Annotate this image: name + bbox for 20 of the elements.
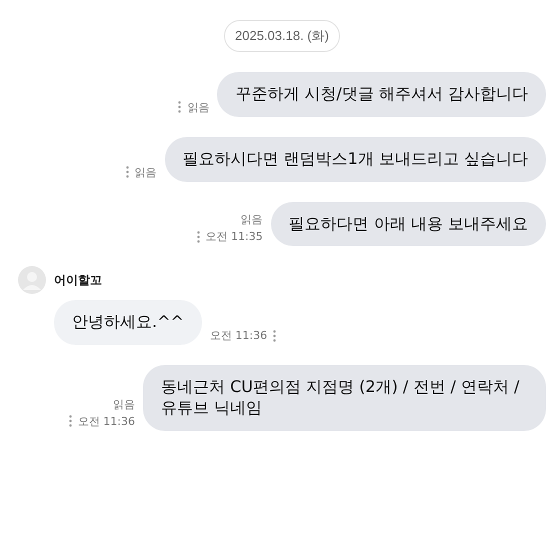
message-time: 오전 11:36 bbox=[78, 414, 135, 429]
more-icon[interactable] bbox=[178, 101, 182, 114]
message-time: 오전 11:35 bbox=[206, 229, 263, 244]
read-receipt: 읽음 bbox=[113, 396, 135, 412]
message-bubble: 동네근처 CU편의점 지점명 (2개) / 전번 / 연락처 / 유튜브 닉네임 bbox=[143, 365, 546, 431]
more-icon[interactable] bbox=[126, 166, 129, 178]
more-icon[interactable] bbox=[68, 415, 72, 428]
read-receipt: 읽음 bbox=[134, 164, 157, 180]
message-time: 오전 11:36 bbox=[210, 328, 268, 344]
read-receipt: 읽음 bbox=[187, 100, 210, 115]
message-bubble: 꾸준하게 시청/댓글 해주셔서 감사합니다 bbox=[217, 72, 546, 117]
message-bubble: 안녕하세요.^^ bbox=[54, 300, 202, 346]
message-bubble: 필요하다면 아래 내용 보내주세요 bbox=[270, 202, 546, 246]
more-icon[interactable] bbox=[273, 330, 276, 342]
read-receipt: 읽음 bbox=[240, 212, 263, 228]
date-divider: 2025.03.18. (화) bbox=[224, 20, 340, 52]
message-bubble: 필요하시다면 랜덤박스1개 보내드리고 싶습니다 bbox=[164, 136, 546, 182]
more-icon[interactable] bbox=[196, 230, 200, 243]
avatar-icon bbox=[18, 266, 46, 294]
sender-name: 어이할꼬 bbox=[54, 272, 102, 289]
